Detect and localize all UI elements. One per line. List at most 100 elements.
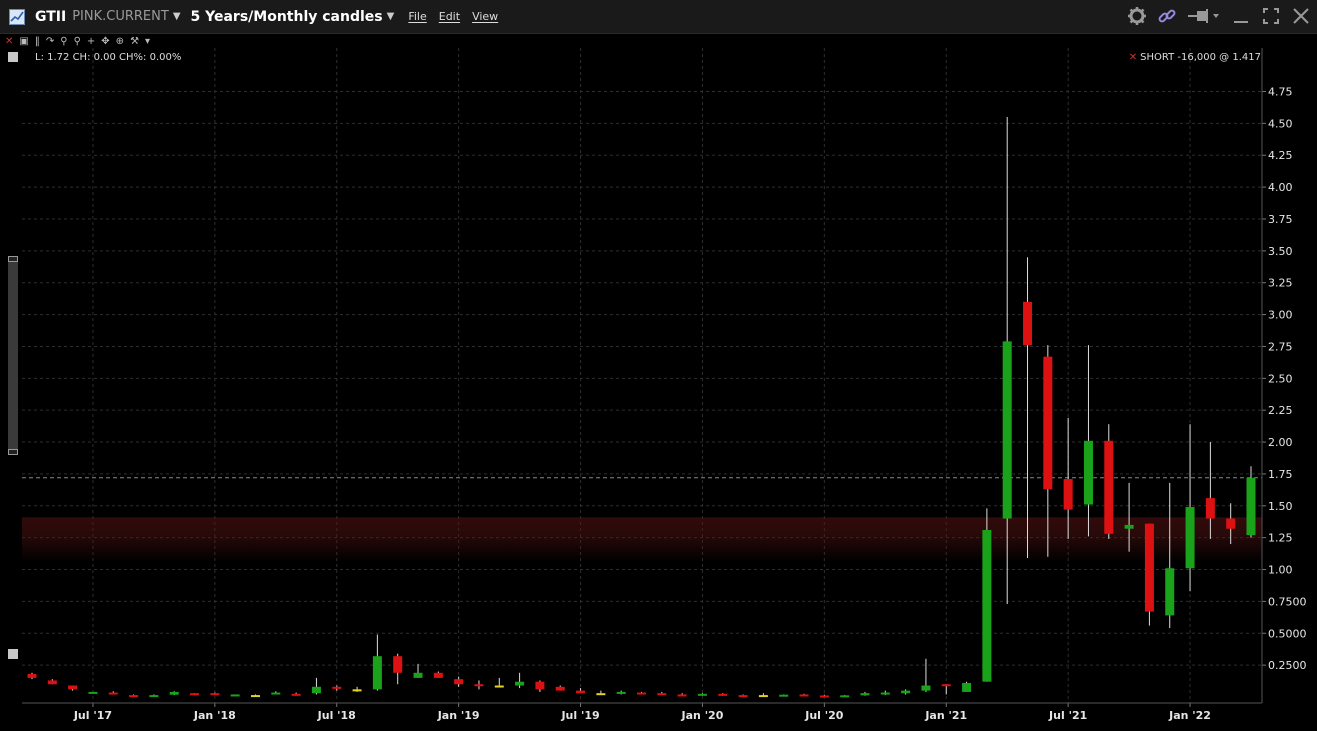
y-tick-label: 3.00 (1268, 309, 1293, 322)
candle-body (962, 682, 972, 692)
y-tick-label: 4.50 (1268, 117, 1293, 130)
candle-body (332, 686, 342, 689)
candle-body (474, 684, 484, 687)
y-tick-label: 3.75 (1268, 213, 1293, 226)
candle-body (108, 692, 118, 695)
position-label: ✕ SHORT -16,000 @ 1.417 (1129, 52, 1261, 63)
ohlc-status: L: 1.72 CH: 0.00 CH%: 0.00% (35, 52, 182, 63)
y-tick-label: 3.25 (1268, 277, 1293, 290)
candle (230, 694, 240, 697)
candle-body (697, 693, 707, 696)
candle-body (1063, 479, 1073, 510)
candle-body (190, 693, 200, 696)
candle-body (1185, 507, 1195, 569)
candle-body (860, 693, 870, 696)
candle-body (758, 695, 768, 698)
candle-body (210, 693, 220, 696)
candle-body (1043, 356, 1053, 490)
candle-body (840, 695, 850, 698)
candle-body (250, 695, 260, 698)
x-tick-label: Jan '21 (924, 709, 967, 722)
candle-body (88, 691, 98, 694)
x-tick-label: Jul '19 (560, 709, 599, 722)
candle-body (921, 685, 931, 691)
y-tick-label: 1.50 (1268, 500, 1293, 513)
candle (1104, 424, 1114, 539)
candle-body (657, 693, 667, 696)
candle-body (1246, 477, 1256, 536)
y-tick-label: 4.00 (1268, 181, 1293, 194)
candle-body (494, 685, 504, 688)
y-tick-label: 1.25 (1268, 532, 1293, 545)
candle-body (352, 689, 362, 692)
candle-body (68, 685, 78, 690)
x-tick-label: Jan '18 (193, 709, 236, 722)
candle-body (454, 679, 464, 685)
candle-body (1104, 440, 1114, 534)
x-axis: Jul '17 Jan '18 Jul '18 Jan '19 Jul '19 Jan '… (73, 703, 1211, 722)
candle-body (129, 695, 139, 698)
x-tick-label: Jan '22 (1168, 709, 1211, 722)
candle-body (27, 674, 37, 678)
candle-body (819, 695, 829, 698)
candle-body (1165, 568, 1175, 616)
candle-body (372, 656, 382, 690)
candle-body (271, 692, 281, 695)
y-tick-label: 2.75 (1268, 340, 1293, 353)
position-text: SHORT -16,000 @ 1.417 (1140, 52, 1261, 63)
position-band (22, 517, 1262, 562)
candle-body (576, 690, 586, 694)
x-tick-label: Jul '21 (1048, 709, 1087, 722)
candle-body (393, 656, 403, 673)
candle-body (311, 686, 321, 694)
candle-body (596, 693, 606, 696)
candle-body (982, 530, 992, 682)
candle-body (1002, 341, 1012, 519)
candle-body (555, 686, 565, 691)
candle-body (901, 690, 911, 694)
candle-body (149, 695, 159, 698)
y-tick-label: 4.25 (1268, 149, 1293, 162)
candle-body (880, 692, 890, 695)
close-position-icon[interactable]: ✕ (1129, 52, 1137, 63)
candle-body (1226, 518, 1236, 529)
candle (982, 508, 992, 682)
y-tick-label: 1.75 (1268, 468, 1293, 481)
candle-body (291, 693, 301, 696)
candle-body (1205, 498, 1215, 519)
candle-body (779, 694, 789, 697)
candlestick-chart[interactable]: 0.2500 0.5000 0.7500 1.00 1.25 1.50 1.75 2.00 2.… (0, 0, 1317, 731)
candle-body (677, 694, 687, 697)
x-tick-label: Jan '20 (681, 709, 724, 722)
y-axis: 0.2500 0.5000 0.7500 1.00 1.25 1.50 1.75 2.00 2.… (1262, 85, 1307, 672)
candle (88, 691, 98, 694)
candle (1144, 523, 1154, 626)
y-tick-label: 2.50 (1268, 372, 1293, 385)
y-tick-label: 2.25 (1268, 404, 1293, 417)
candle-body (718, 693, 728, 696)
candle-body (535, 681, 545, 690)
candle-body (738, 695, 748, 698)
y-tick-label: 0.7500 (1268, 595, 1307, 608)
y-tick-label: 4.75 (1268, 85, 1293, 98)
candle-body (1023, 301, 1033, 346)
candle-body (515, 681, 525, 686)
y-tick-label: 0.2500 (1268, 659, 1307, 672)
candle-body (413, 672, 423, 678)
x-tick-label: Jul '17 (73, 709, 112, 722)
candle-body (799, 694, 809, 697)
candle-body (1144, 523, 1154, 612)
candle (190, 693, 200, 696)
x-tick-label: Jul '18 (317, 709, 356, 722)
y-tick-label: 2.00 (1268, 436, 1293, 449)
candle-body (230, 694, 240, 697)
x-tick-label: Jan '19 (437, 709, 480, 722)
y-tick-label: 0.5000 (1268, 627, 1307, 640)
candle-body (1083, 440, 1093, 505)
x-tick-label: Jul '20 (804, 709, 844, 722)
candle (840, 695, 850, 698)
candle-body (616, 691, 626, 694)
candle (779, 694, 789, 697)
y-tick-label: 3.50 (1268, 245, 1293, 258)
plot-area (22, 48, 1262, 703)
